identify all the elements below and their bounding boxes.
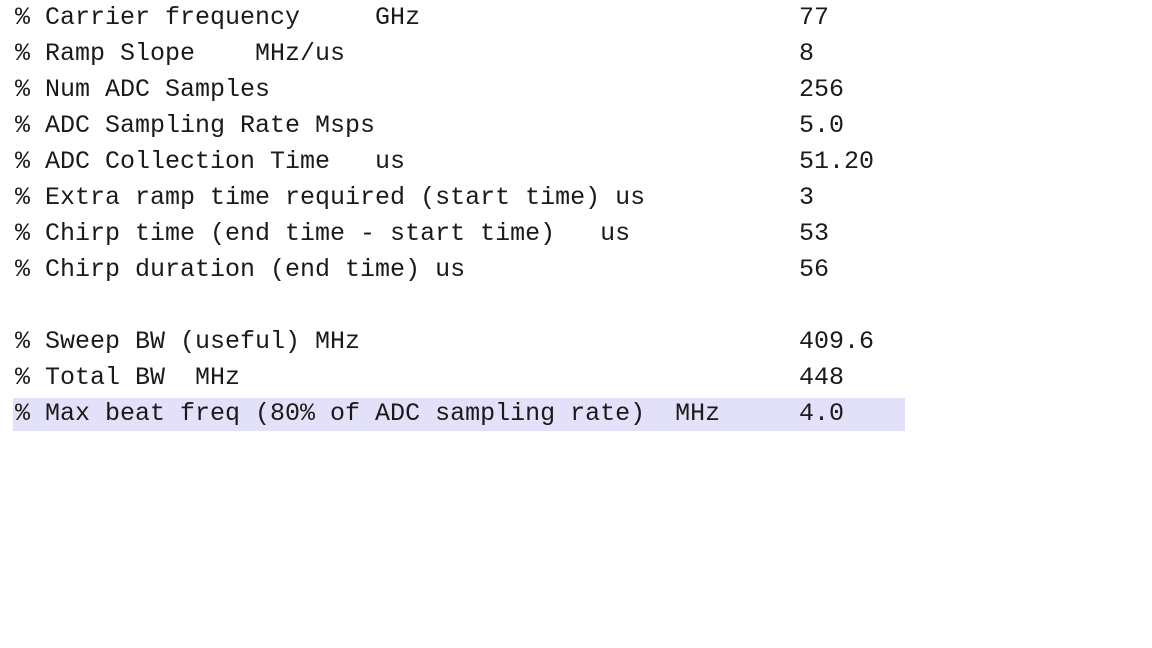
parameter-label: % Num ADC Samples [15, 75, 271, 104]
code-line-adc-sampling-rate[interactable]: % ADC Sampling Rate Msps 5.0 [0, 108, 1152, 144]
parameter-label: % Chirp duration (end time) us [15, 255, 466, 284]
code-line-chirp-time[interactable]: % Chirp time (end time - start time) us 5… [0, 216, 1152, 252]
code-listing[interactable]: % Carrier frequency GHz 77 % Ramp Slope MH… [0, 0, 1152, 648]
parameter-value: 409.6 [799, 327, 875, 356]
parameter-value: 56 [799, 255, 830, 284]
parameter-label: % Chirp time (end time - start time) us [15, 219, 631, 248]
code-line-ramp-slope[interactable]: % Ramp Slope MHz/us 8 [0, 36, 1152, 72]
parameter-value: 53 [799, 219, 830, 248]
code-line-sweep-bw-useful[interactable]: % Sweep BW (useful) MHz 409.6 [0, 324, 1152, 360]
code-line-total-bw[interactable]: % Total BW MHz 448 [0, 360, 1152, 396]
parameter-label: % Total BW MHz [15, 363, 241, 392]
code-line-adc-collection-time[interactable]: % ADC Collection Time us 51.20 [0, 144, 1152, 180]
parameter-value: 5.0 [799, 111, 845, 140]
parameter-value: 4.0 [799, 399, 845, 428]
code-line-num-adc-samples[interactable]: % Num ADC Samples 256 [0, 72, 1152, 108]
code-line-blank[interactable] [0, 288, 1152, 324]
parameter-value: 8 [799, 39, 815, 68]
parameter-value: 3 [799, 183, 815, 212]
parameter-label: % Extra ramp time required (start time) … [15, 183, 646, 212]
parameter-label: % Ramp Slope MHz/us [15, 39, 346, 68]
code-line-carrier-frequency[interactable]: % Carrier frequency GHz 77 [0, 0, 1152, 36]
code-line-extra-ramp-time[interactable]: % Extra ramp time required (start time) … [0, 180, 1152, 216]
parameter-label: % Max beat freq (80% of ADC sampling rat… [15, 399, 721, 428]
parameter-label: % Sweep BW (useful) MHz [15, 327, 361, 356]
code-line-chirp-duration[interactable]: % Chirp duration (end time) us 56 [0, 252, 1152, 288]
code-line-max-beat-freq[interactable]: % Max beat freq (80% of ADC sampling rat… [0, 396, 1152, 432]
parameter-value: 51.20 [799, 147, 875, 176]
parameter-label: % ADC Collection Time us [15, 147, 406, 176]
parameter-label: % ADC Sampling Rate Msps [15, 111, 376, 140]
parameter-value: 256 [799, 75, 845, 104]
parameter-label: % Carrier frequency GHz [15, 3, 421, 32]
parameter-value: 448 [799, 363, 845, 392]
parameter-value: 77 [799, 3, 830, 32]
